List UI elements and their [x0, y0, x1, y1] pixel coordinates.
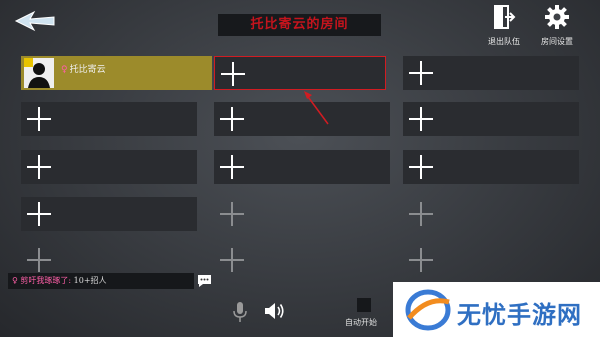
locked-slot — [403, 243, 579, 277]
locked-slot — [403, 197, 579, 231]
speaker-icon[interactable] — [263, 300, 287, 322]
leave-team-button[interactable]: 退出队伍 — [480, 4, 528, 48]
watermark-logo-icon — [405, 289, 451, 331]
plus-icon — [221, 62, 245, 86]
chat-bubble-icon[interactable] — [196, 273, 213, 289]
watermark-text: 无忧手游网 — [457, 301, 582, 329]
empty-slot[interactable] — [214, 150, 390, 184]
plus-icon — [409, 155, 433, 179]
empty-slot[interactable] — [21, 197, 197, 231]
locked-slot — [214, 243, 390, 277]
watermark: 无忧手游网 — [393, 282, 600, 337]
auto-start-label: 自动开始 — [345, 318, 377, 327]
gear-icon — [545, 5, 569, 29]
player-name: ♀ 托比寄云 — [61, 62, 106, 75]
plus-icon — [409, 107, 433, 131]
plus-icon — [220, 107, 244, 131]
empty-slot-selected[interactable] — [214, 56, 386, 90]
plus-icon — [27, 155, 51, 179]
plus-icon — [27, 202, 51, 226]
microphone-icon[interactable] — [232, 301, 248, 323]
plus-icon — [409, 61, 433, 85]
plus-icon — [220, 155, 244, 179]
plus-icon — [409, 202, 433, 226]
chat-text: 10+招人 — [73, 276, 107, 285]
leave-team-label: 退出队伍 — [488, 37, 520, 46]
exit-door-icon — [494, 5, 516, 29]
empty-slot[interactable] — [21, 102, 197, 136]
plus-icon — [220, 248, 244, 272]
room-title: 托比寄云的房间 — [218, 14, 381, 36]
player-name-text: 托比寄云 — [69, 65, 106, 75]
room-settings-label: 房间设置 — [541, 37, 573, 46]
plus-icon — [27, 248, 51, 272]
plus-icon — [27, 107, 51, 131]
chat-sender: 剪吁我琢琢了: — [20, 276, 72, 285]
locked-slot — [21, 243, 197, 277]
empty-slot[interactable] — [403, 102, 579, 136]
locked-slot — [214, 197, 390, 231]
auto-start-checkbox[interactable] — [357, 298, 371, 312]
host-badge — [24, 58, 33, 67]
empty-slot[interactable] — [21, 150, 197, 184]
plus-icon — [220, 202, 244, 226]
room-settings-button[interactable]: 房间设置 — [533, 4, 581, 48]
back-arrow-icon[interactable] — [14, 6, 58, 36]
empty-slot[interactable] — [403, 150, 579, 184]
avatar — [24, 58, 54, 88]
chat-message-bar[interactable]: ♀ 剪吁我琢琢了: 10+招人 — [8, 273, 194, 289]
player-slot-host[interactable]: ♀ 托比寄云 — [21, 56, 212, 90]
annotation-arrow — [304, 91, 329, 125]
gender-female-icon: ♀ — [61, 65, 68, 75]
plus-icon — [409, 248, 433, 272]
empty-slot[interactable] — [403, 56, 579, 90]
